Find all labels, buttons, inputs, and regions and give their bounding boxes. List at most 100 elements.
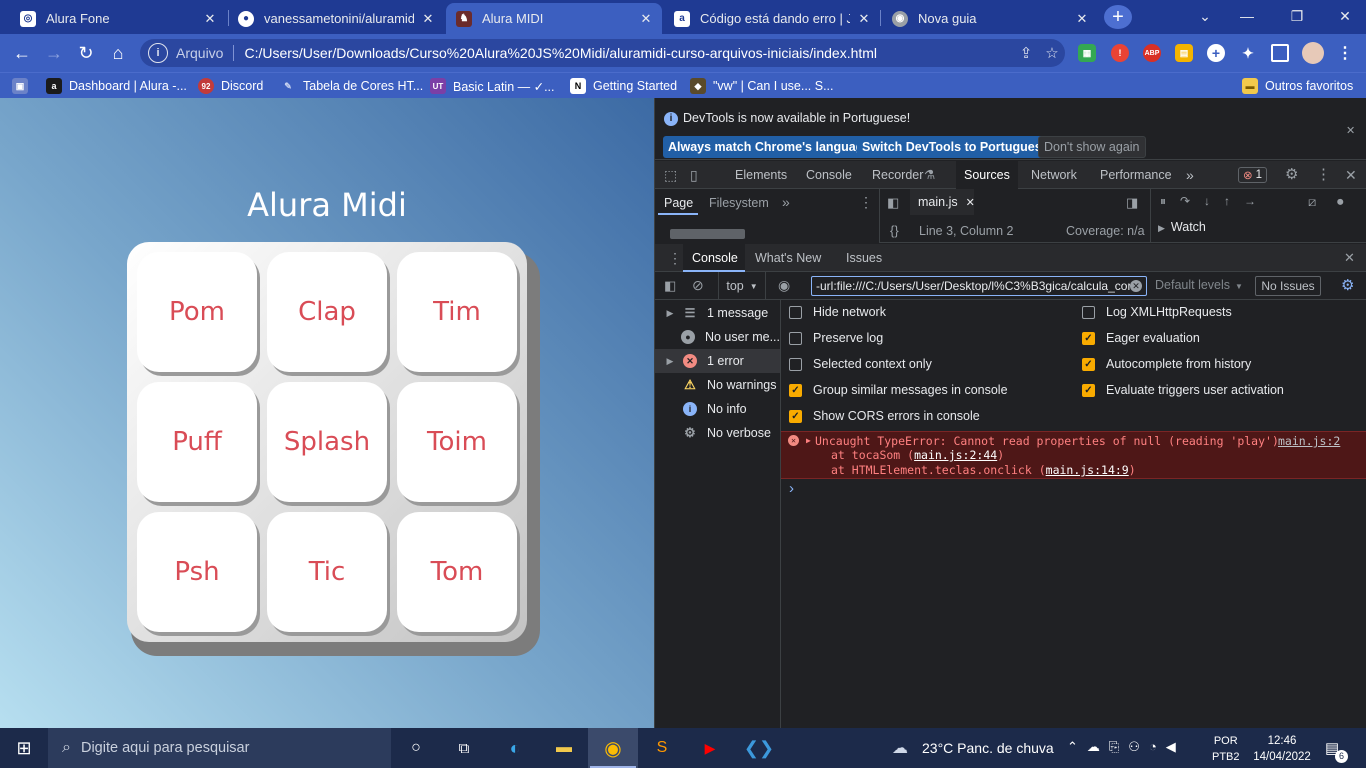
sidebar-item-verbose[interactable]: ⚙ No verbose [655, 421, 780, 445]
minimize-button[interactable]: — [1232, 5, 1262, 27]
error-count-badge[interactable]: ⊗ 1 [1238, 167, 1268, 183]
close-icon[interactable]: ✕ [966, 196, 975, 209]
console-error-message[interactable]: ✕ ▶ Uncaught TypeError: Cannot read prop… [781, 431, 1366, 479]
file-tab-main-js[interactable]: main.js ✕ [910, 189, 975, 215]
tab-console[interactable]: Console [806, 161, 852, 189]
switch-portuguese-button[interactable]: Switch DevTools to Portuguese [857, 136, 1054, 158]
reload-button[interactable]: ↻ [72, 40, 100, 66]
apps-camera-icon[interactable]: ▣ [12, 77, 35, 95]
log-levels-dropdown[interactable]: Default levels ▼ [1155, 278, 1243, 292]
option-autocomplete-history[interactable]: ✓ Autocomplete from history [1082, 357, 1251, 371]
key-tim[interactable]: Tim [397, 252, 517, 372]
drawer-menu-icon[interactable]: ⋮ [668, 250, 682, 267]
nav-menu-icon[interactable]: ⋮ [859, 194, 873, 211]
tab-search-chevron-icon[interactable]: ⌄ [1190, 5, 1220, 27]
tab-elements[interactable]: Elements [735, 161, 787, 189]
horizontal-scrollbar[interactable] [670, 229, 745, 239]
share-icon[interactable]: ⇪ [1013, 44, 1039, 62]
key-clap[interactable]: Clap [267, 252, 387, 372]
checkbox-checked[interactable]: ✓ [1082, 357, 1095, 371]
tab-alura-forum[interactable]: a Código está dando erro | Jav ✕ [664, 3, 880, 34]
device-toolbar-icon[interactable]: ▯ [690, 161, 698, 189]
clock[interactable]: 12:46 14/04/2022 [1252, 733, 1312, 765]
sidebar-item-warnings[interactable]: ⚠ No warnings [655, 373, 780, 397]
key-puff[interactable]: Puff [137, 382, 257, 502]
key-pom[interactable]: Pom [137, 252, 257, 372]
tab-alura-midi[interactable]: ♞ Alura MIDI ✕ [446, 3, 662, 34]
option-hide-network[interactable]: Hide network [789, 305, 886, 319]
context-selector[interactable]: top ▼ [718, 272, 766, 300]
key-splash[interactable]: Splash [267, 382, 387, 502]
checkbox-checked[interactable]: ✓ [1082, 331, 1095, 345]
console-filter-input[interactable]: -url:file:///C:/Users/User/Desktop/l%C3%… [811, 276, 1147, 296]
deactivate-breakpoints-icon[interactable]: ⧄ [1308, 194, 1316, 210]
toggle-sidebar-icon[interactable]: ◧ [664, 278, 676, 294]
devtools-menu-icon[interactable]: ⋮ [1316, 161, 1331, 189]
sidebar-item-info[interactable]: i No info [655, 397, 780, 421]
avatar[interactable] [1302, 42, 1324, 64]
option-group-similar[interactable]: ✓ Group similar messages in console [789, 383, 1008, 397]
vscode-icon[interactable]: ❮❯ [744, 736, 774, 760]
bookmark-getting-started[interactable]: N Getting Started [570, 77, 677, 95]
stack-link[interactable]: main.js:2:44 [914, 448, 997, 462]
bookmark-tabela-cores[interactable]: ✎ Tabela de Cores HT... [280, 77, 423, 95]
sidebar-item-user-messages[interactable]: ● No user me... [655, 325, 780, 349]
extension-adblock-icon[interactable]: ABP [1143, 44, 1161, 62]
chrome-icon[interactable]: ◉ [600, 736, 626, 760]
error-source-link[interactable]: main.js:2 [1278, 434, 1340, 448]
input-language-indicator[interactable]: POR PTB2 [1212, 733, 1240, 765]
option-evaluate-triggers[interactable]: ✓ Evaluate triggers user activation [1082, 383, 1284, 397]
match-language-button[interactable]: Always match Chrome's language [663, 136, 876, 158]
pretty-print-icon[interactable]: {} [890, 223, 899, 238]
extensions-puzzle-icon[interactable]: ✦ [1239, 44, 1257, 62]
key-tic[interactable]: Tic [267, 512, 387, 632]
drawer-close-icon[interactable]: ✕ [1344, 250, 1355, 266]
drawer-tab-console[interactable]: Console [683, 244, 745, 272]
clear-console-icon[interactable]: ⊘ [692, 277, 704, 294]
settings-gear-icon[interactable]: ⚙ [1285, 161, 1298, 189]
clear-filter-icon[interactable]: ✕ [1130, 280, 1142, 292]
tab-new-tab[interactable]: ◉ Nova guia ✕ [882, 3, 1098, 34]
file-explorer-icon[interactable]: ▬ [551, 736, 577, 760]
edge-icon[interactable]: ◐ [502, 736, 528, 760]
drawer-tab-issues[interactable]: Issues [846, 251, 882, 265]
option-selected-context-only[interactable]: Selected context only [789, 357, 932, 371]
checkbox[interactable] [789, 331, 802, 345]
dont-show-again-button[interactable]: Don't show again [1038, 136, 1146, 158]
url-text[interactable]: C:/Users/User/Downloads/Curso%20Alura%20… [244, 45, 1013, 61]
extension-notes-icon[interactable]: ▤ [1175, 44, 1193, 62]
tab-network[interactable]: Network [1031, 161, 1077, 189]
nav-tab-page[interactable]: Page [664, 196, 693, 210]
youtube-icon[interactable]: ▶ [697, 736, 723, 760]
live-expression-eye-icon[interactable]: ◉ [778, 277, 790, 294]
drawer-tab-whats-new[interactable]: What's New [755, 251, 821, 265]
back-button[interactable]: ← [8, 40, 36, 66]
extension-plus-icon[interactable]: + [1207, 44, 1225, 62]
issues-button[interactable]: No Issues [1255, 276, 1321, 296]
info-icon[interactable]: i [148, 43, 168, 63]
windows-start-icon[interactable]: ⊞ [12, 736, 36, 760]
key-toim[interactable]: Toim [397, 382, 517, 502]
forward-button[interactable]: → [40, 40, 68, 66]
checkbox-checked[interactable]: ✓ [1082, 383, 1095, 397]
window-close-button[interactable]: ✕ [1330, 5, 1360, 27]
other-bookmarks-folder[interactable]: ▬ Outros favoritos [1242, 77, 1353, 95]
option-log-xhr[interactable]: Log XMLHttpRequests [1082, 305, 1232, 319]
console-settings-gear-icon[interactable]: ⚙ [1341, 276, 1354, 294]
toggle-navigator-icon[interactable]: ◧ [887, 195, 899, 211]
tab-recorder[interactable]: Recorder [872, 161, 923, 189]
pause-on-exceptions-icon[interactable]: ⏺ [1337, 194, 1344, 210]
bookmark-dashboard-alura[interactable]: a Dashboard | Alura -... [46, 77, 187, 95]
close-icon[interactable]: ✕ [420, 11, 436, 27]
bookmark-basic-latin[interactable]: UT Basic Latin — ✓... [430, 77, 554, 95]
menu-kebab-icon[interactable]: ⋮ [1336, 44, 1354, 62]
tab-alura-fone[interactable]: ◎ Alura Fone ✕ [10, 3, 226, 34]
sidebar-item-messages[interactable]: ▶ ☰ 1 message [655, 301, 780, 325]
bookmark-discord[interactable]: 92 Discord [198, 77, 263, 95]
watch-section[interactable]: ▶ Watch [1158, 220, 1206, 234]
console-prompt[interactable]: › [789, 480, 794, 497]
infobar-close-icon[interactable]: ✕ [1346, 124, 1355, 137]
toggle-debugger-icon[interactable]: ◨ [1126, 195, 1138, 211]
checkbox[interactable] [789, 357, 802, 371]
checkbox[interactable] [1082, 305, 1095, 319]
